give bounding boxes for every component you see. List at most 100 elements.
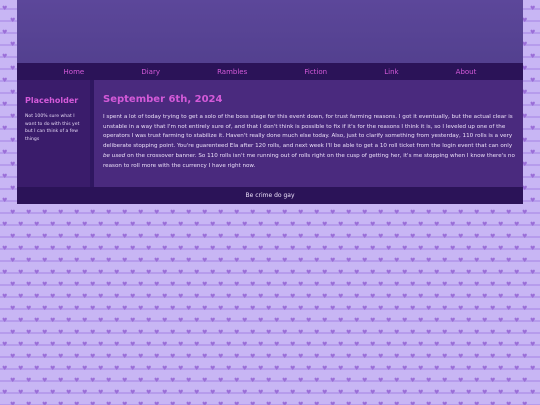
heart-icon: ♥ xyxy=(234,377,240,384)
heart-icon: ♥ xyxy=(122,257,128,264)
heart-icon: ♥ xyxy=(18,341,24,348)
heart-icon: ♥ xyxy=(26,377,32,384)
heart-icon: ♥ xyxy=(130,389,136,396)
heart-icon: ♥ xyxy=(282,281,288,288)
heart-icon: ♥ xyxy=(394,209,400,216)
heart-icon: ♥ xyxy=(530,269,536,276)
heart-icon: ♥ xyxy=(98,365,104,372)
heart-icon: ♥ xyxy=(322,293,328,300)
heart-icon: ♥ xyxy=(226,293,232,300)
heart-icon: ♥ xyxy=(434,221,440,228)
heart-icon: ♥ xyxy=(202,209,208,216)
heart-icon: ♥ xyxy=(530,5,536,12)
heart-icon: ♥ xyxy=(226,365,232,372)
heart-icon: ♥ xyxy=(178,245,184,252)
heart-icon: ♥ xyxy=(338,269,344,276)
heart-icon: ♥ xyxy=(474,353,480,360)
heart-icon: ♥ xyxy=(426,329,432,336)
heart-icon: ♥ xyxy=(266,329,272,336)
heart-icon: ♥ xyxy=(186,281,192,288)
heart-icon: ♥ xyxy=(234,233,240,240)
heart-icon: ♥ xyxy=(490,377,496,384)
heart-icon: ♥ xyxy=(266,209,272,216)
nav-about-link[interactable]: About xyxy=(456,68,477,76)
heart-icon: ♥ xyxy=(314,305,320,312)
heart-icon: ♥ xyxy=(154,281,160,288)
heart-icon: ♥ xyxy=(434,389,440,396)
heart-icon: ♥ xyxy=(338,341,344,348)
heart-icon: ♥ xyxy=(130,365,136,372)
heart-icon: ♥ xyxy=(330,353,336,360)
heart-icon: ♥ xyxy=(490,281,496,288)
heart-icon: ♥ xyxy=(234,281,240,288)
heart-icon: ♥ xyxy=(450,293,456,300)
heart-icon: ♥ xyxy=(218,329,224,336)
heart-icon: ♥ xyxy=(90,281,96,288)
nav-fiction-link[interactable]: Fiction xyxy=(304,68,327,76)
heart-icon: ♥ xyxy=(386,221,392,228)
post-body: I spent a lot of today trying to get a s… xyxy=(103,113,515,171)
heart-icon: ♥ xyxy=(498,245,504,252)
heart-icon: ♥ xyxy=(226,341,232,348)
heart-icon: ♥ xyxy=(242,221,248,228)
heart-icon: ♥ xyxy=(34,389,40,396)
heart-icon: ♥ xyxy=(306,389,312,396)
post-body-text-2: on the crossover banner. So 110 rolls is… xyxy=(103,152,515,169)
heart-icon: ♥ xyxy=(98,317,104,324)
heart-icon: ♥ xyxy=(282,233,288,240)
heart-icon: ♥ xyxy=(18,293,24,300)
heart-icon: ♥ xyxy=(234,305,240,312)
heart-icon: ♥ xyxy=(474,233,480,240)
heart-icon: ♥ xyxy=(530,125,536,132)
heart-icon: ♥ xyxy=(146,389,152,396)
heart-icon: ♥ xyxy=(170,233,176,240)
heart-icon: ♥ xyxy=(386,269,392,276)
heart-icon: ♥ xyxy=(146,341,152,348)
heart-icon: ♥ xyxy=(138,281,144,288)
heart-icon: ♥ xyxy=(258,341,264,348)
nav-link-link[interactable]: Link xyxy=(384,68,398,76)
heart-icon: ♥ xyxy=(274,389,280,396)
heart-icon: ♥ xyxy=(298,353,304,360)
heart-icon: ♥ xyxy=(370,317,376,324)
heart-icon: ♥ xyxy=(490,257,496,264)
heart-icon: ♥ xyxy=(242,269,248,276)
heart-icon: ♥ xyxy=(522,233,528,240)
heart-icon: ♥ xyxy=(234,353,240,360)
heart-icon: ♥ xyxy=(34,269,40,276)
heart-icon: ♥ xyxy=(50,317,56,324)
heart-icon: ♥ xyxy=(506,305,512,312)
heart-icon: ♥ xyxy=(114,245,120,252)
heart-icon: ♥ xyxy=(306,269,312,276)
heart-icon: ♥ xyxy=(146,293,152,300)
heart-icon: ♥ xyxy=(378,329,384,336)
heart-icon: ♥ xyxy=(282,209,288,216)
heart-icon: ♥ xyxy=(58,329,64,336)
nav-rambles-link[interactable]: Rambles xyxy=(217,68,247,76)
nav-diary-link[interactable]: Diary xyxy=(141,68,160,76)
heart-icon: ♥ xyxy=(178,365,184,372)
nav-home-link[interactable]: Home xyxy=(64,68,85,76)
heart-icon: ♥ xyxy=(274,221,280,228)
heart-icon: ♥ xyxy=(530,365,536,372)
heart-icon: ♥ xyxy=(250,209,256,216)
heart-icon: ♥ xyxy=(498,341,504,348)
footer: Be crime do gay xyxy=(17,187,523,204)
heart-icon: ♥ xyxy=(122,377,128,384)
heart-icon: ♥ xyxy=(410,209,416,216)
heart-icon: ♥ xyxy=(346,209,352,216)
heart-icon: ♥ xyxy=(162,269,168,276)
heart-icon: ♥ xyxy=(50,293,56,300)
heart-icon: ♥ xyxy=(378,209,384,216)
heart-icon: ♥ xyxy=(490,329,496,336)
heart-icon: ♥ xyxy=(498,389,504,396)
heart-icon: ♥ xyxy=(2,389,8,396)
heart-icon: ♥ xyxy=(530,29,536,36)
heart-icon: ♥ xyxy=(258,245,264,252)
heart-icon: ♥ xyxy=(98,269,104,276)
heart-icon: ♥ xyxy=(434,269,440,276)
heart-icon: ♥ xyxy=(2,29,8,36)
heart-icon: ♥ xyxy=(242,341,248,348)
heart-icon: ♥ xyxy=(490,233,496,240)
heart-icon: ♥ xyxy=(378,353,384,360)
